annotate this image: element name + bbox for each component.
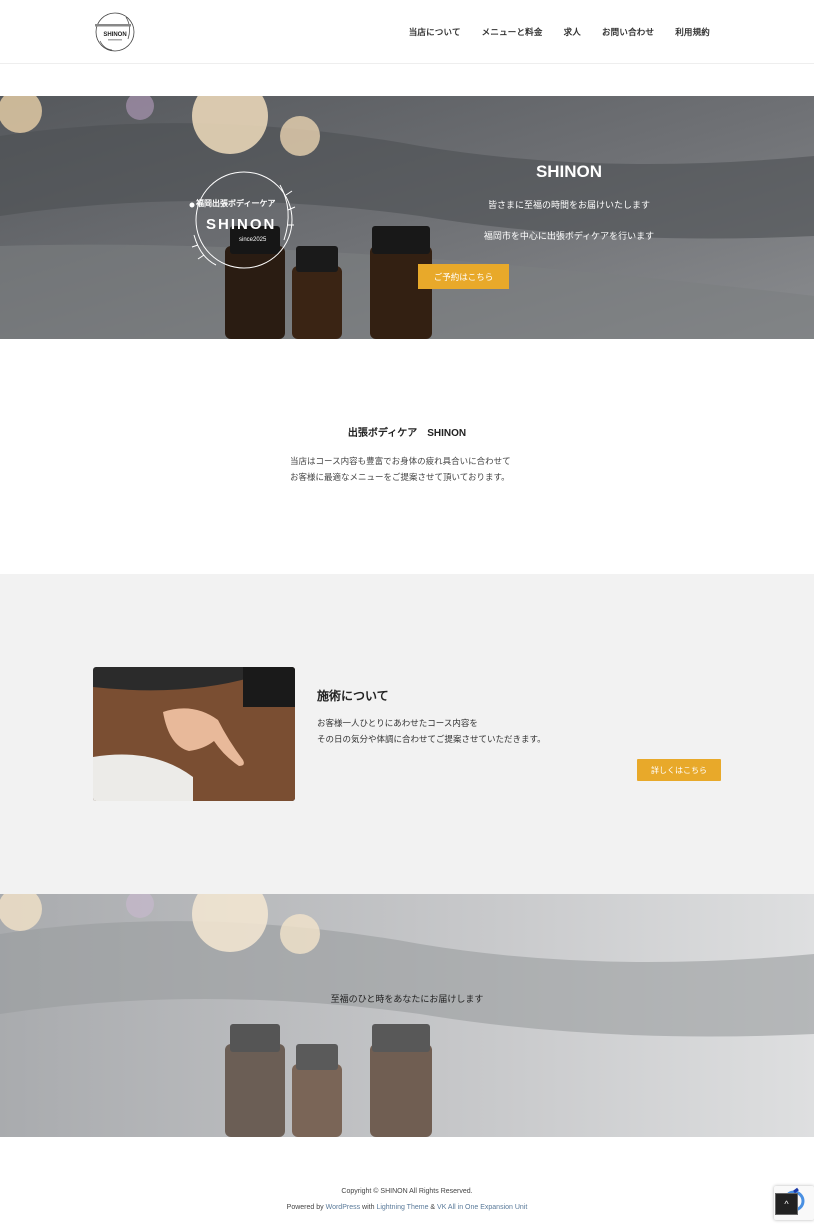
nav-contact[interactable]: お問い合わせ — [602, 26, 654, 38]
back-to-top-button[interactable]: ^ — [775, 1193, 798, 1215]
global-nav: 当店について メニューと料金 求人 お問い合わせ 利用規約 — [409, 26, 710, 38]
hero-logo-since: since2025 — [239, 237, 267, 243]
reserve-button[interactable]: ご予約はこちら — [418, 264, 509, 289]
theme-link[interactable]: Lightning Theme — [376, 1204, 428, 1211]
nav-recruit[interactable]: 求人 — [564, 26, 581, 38]
treatment-title: 施術について — [317, 689, 389, 703]
treatment-section: 施術について お客様一人ひとりにあわせたコース内容を その日の気分や体調に合わせ… — [0, 574, 814, 894]
treatment-line-2: その日の気分や体調に合わせてご提案させていただきます。 — [317, 734, 546, 744]
powered-amp: & — [428, 1204, 438, 1211]
banner-section — [0, 894, 814, 1137]
intro-line-2: お客様に最適なメニューをご提案させて頂いております。 — [290, 472, 510, 482]
nav-about[interactable]: 当店について — [409, 26, 461, 38]
treatment-text: お客様一人ひとりにあわせたコース内容を その日の気分や体調に合わせてご提案させて… — [317, 715, 546, 747]
intro-text: 当店はコース内容も豊富でお身体の疲れ具合いに合わせて お客様に最適なメニューをご… — [290, 453, 511, 485]
hero-logo-name: SHINON — [206, 216, 277, 233]
copyright: Copyright © SHINON All Rights Reserved. — [341, 1188, 473, 1195]
powered-with: with — [360, 1204, 377, 1211]
hero-title: SHINON — [535, 162, 603, 181]
hero-tagline-2: 福岡市を中心に出張ボディケアを行います — [483, 231, 655, 241]
hero-section: 福岡出張ボディーケア SHINON since2025 SHINON 皆さまに至… — [0, 96, 814, 339]
details-button[interactable]: 詳しくはこちら — [637, 759, 721, 781]
chevron-up-icon: ^ — [784, 1199, 789, 1209]
nav-terms[interactable]: 利用規約 — [675, 26, 710, 38]
intro-line-1: 当店はコース内容も豊富でお身体の疲れ具合いに合わせて — [290, 456, 511, 466]
site-logo[interactable]: SHINON — [92, 11, 138, 53]
banner-background-image — [0, 894, 814, 1137]
hero-logo-top-text: 福岡出張ボディーケア — [196, 199, 276, 208]
svg-text:SHINON: SHINON — [103, 32, 126, 38]
site-header: SHINON 当店について メニューと料金 求人 お問い合わせ 利用規約 — [0, 0, 814, 64]
powered-by: Powered by WordPress with Lightning Them… — [0, 1204, 814, 1211]
intro-title: 出張ボディケア SHINON — [347, 428, 467, 439]
wordpress-link[interactable]: WordPress — [326, 1204, 361, 1211]
treatment-line-1: お客様一人ひとりにあわせたコース内容を — [317, 718, 478, 728]
page: SHINON 当店について メニューと料金 求人 お問い合わせ 利用規約 福岡出… — [0, 0, 814, 1228]
treatment-photo — [93, 667, 295, 801]
nav-menu-price[interactable]: メニューと料金 — [482, 26, 543, 38]
hero-background-image — [0, 96, 814, 339]
banner-text: 至福のひと時をあなたにお届けします — [330, 994, 484, 1004]
hero-tagline-1: 皆さまに至福の時間をお届けいたします — [487, 200, 650, 210]
powered-prefix: Powered by — [286, 1204, 326, 1211]
plugin-link[interactable]: VK All in One Expansion Unit — [437, 1204, 527, 1211]
